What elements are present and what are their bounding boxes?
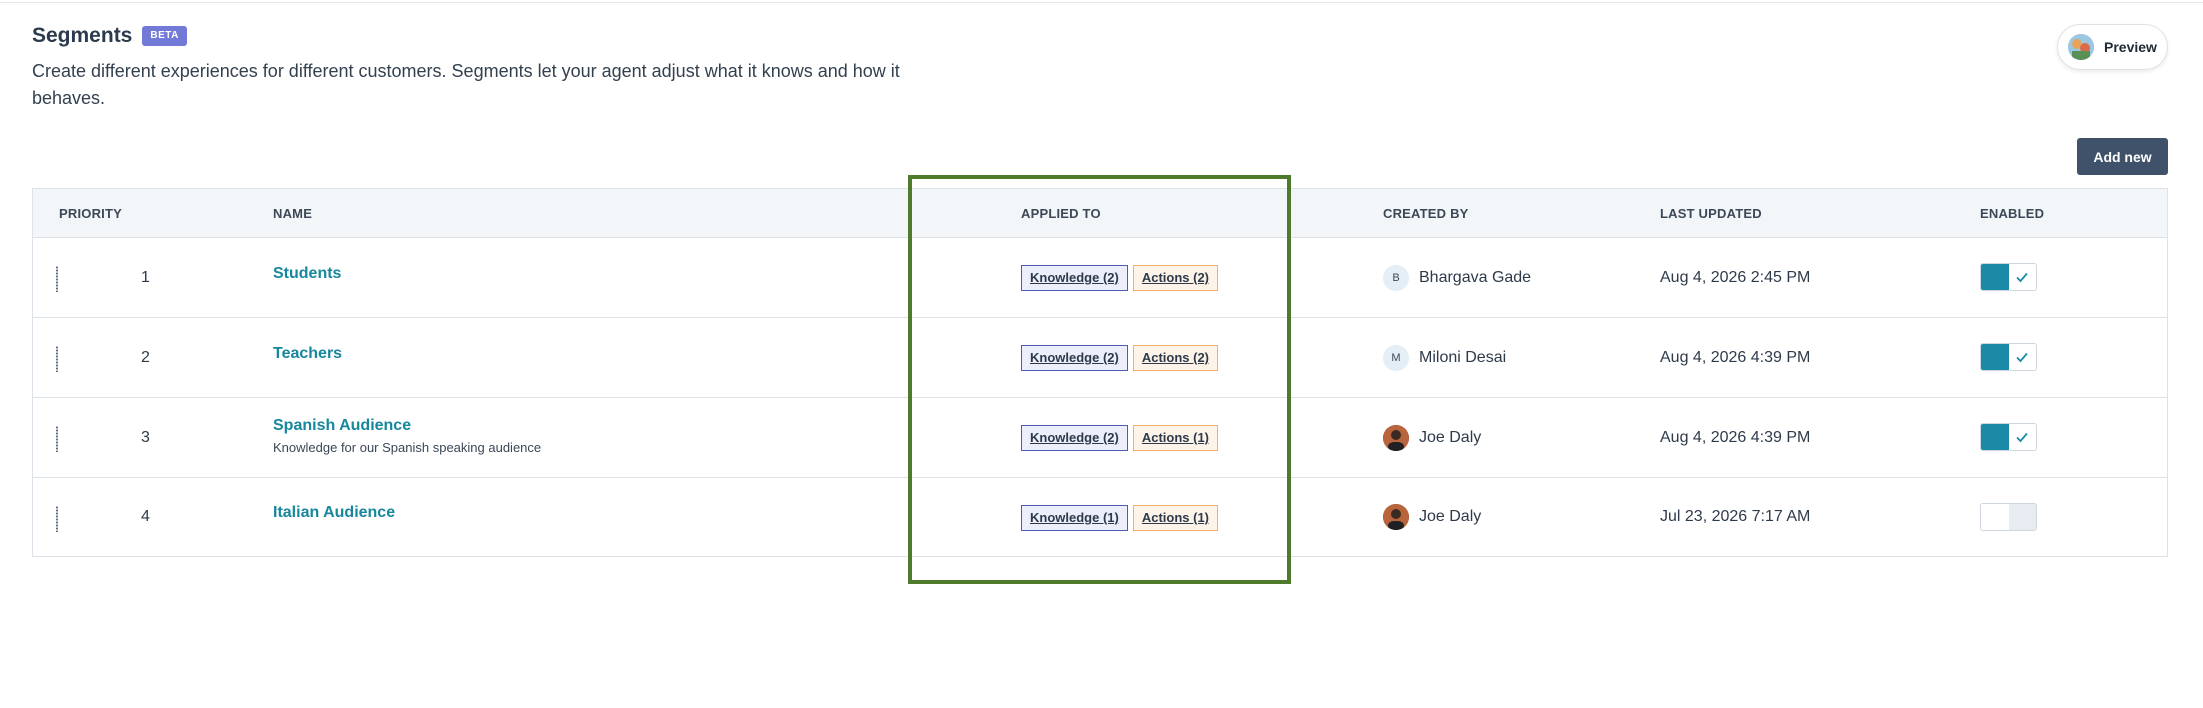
priority-value: 2 bbox=[141, 349, 150, 366]
page-title: Segments bbox=[32, 24, 133, 47]
table-row: 4 Italian Audience Knowledge (1) Actions… bbox=[33, 478, 2167, 556]
title-row: Segments BETA bbox=[32, 24, 912, 48]
priority-value: 3 bbox=[141, 429, 150, 446]
knowledge-tag[interactable]: Knowledge (2) bbox=[1021, 345, 1128, 371]
actions-tag[interactable]: Actions (2) bbox=[1132, 345, 1219, 371]
segment-name-link[interactable]: Italian Audience bbox=[273, 504, 395, 522]
column-header-applied-to[interactable]: APPLIED TO bbox=[1021, 189, 1101, 238]
preview-button[interactable]: Preview bbox=[2057, 24, 2168, 70]
top-divider bbox=[0, 0, 2203, 3]
toggle-track bbox=[1981, 424, 2009, 450]
applied-to-cell: Knowledge (1) Actions (1) bbox=[1021, 505, 1219, 531]
creator-name: Bhargava Gade bbox=[1419, 269, 1532, 286]
applied-to-cell: Knowledge (2) Actions (1) bbox=[1021, 425, 1219, 451]
last-updated-value: Jul 23, 2026 7:17 AM bbox=[1660, 508, 1811, 525]
add-new-button[interactable]: Add new bbox=[2077, 138, 2168, 175]
segment-name-link[interactable]: Spanish Audience bbox=[273, 417, 541, 435]
last-updated-value: Aug 4, 2026 4:39 PM bbox=[1660, 429, 1811, 446]
toggle-track bbox=[1981, 344, 2009, 370]
column-header-last-updated[interactable]: LAST UPDATED bbox=[1660, 189, 1762, 238]
creator-name: Joe Daly bbox=[1419, 508, 1482, 525]
column-header-enabled[interactable]: ENABLED bbox=[1980, 189, 2044, 238]
table-header: PRIORITY NAME APPLIED TO CREATED BY LAST… bbox=[33, 189, 2167, 238]
table-row: 1 Students Knowledge (2) Actions (2) B B… bbox=[33, 238, 2167, 318]
enabled-toggle[interactable] bbox=[1980, 263, 2037, 291]
enabled-toggle[interactable] bbox=[1980, 343, 2037, 371]
creator-name: Joe Daly bbox=[1419, 429, 1482, 446]
segment-name-link[interactable]: Students bbox=[273, 265, 341, 283]
enabled-toggle[interactable] bbox=[1980, 423, 2037, 451]
created-by-cell: Joe Daly bbox=[1383, 398, 1481, 478]
priority-value: 4 bbox=[141, 508, 150, 525]
check-icon bbox=[2008, 264, 2036, 290]
segment-name-link[interactable]: Teachers bbox=[273, 345, 342, 363]
last-updated-value: Aug 4, 2026 4:39 PM bbox=[1660, 349, 1811, 366]
applied-to-cell: Knowledge (2) Actions (2) bbox=[1021, 265, 1219, 291]
actions-tag[interactable]: Actions (1) bbox=[1132, 425, 1219, 451]
avatar: M bbox=[1383, 345, 1409, 371]
applied-to-cell: Knowledge (2) Actions (2) bbox=[1021, 345, 1219, 371]
name-cell: Spanish Audience Knowledge for our Spani… bbox=[273, 417, 541, 455]
column-header-priority[interactable]: PRIORITY bbox=[59, 189, 122, 238]
preview-label: Preview bbox=[2104, 39, 2157, 55]
avatar: B bbox=[1383, 265, 1409, 291]
last-updated-value: Aug 4, 2026 2:45 PM bbox=[1660, 269, 1811, 286]
check-icon bbox=[2008, 344, 2036, 370]
drag-handle-icon[interactable] bbox=[55, 346, 59, 372]
check-icon bbox=[2008, 424, 2036, 450]
created-by-cell: Joe Daly bbox=[1383, 478, 1481, 556]
creator-name: Miloni Desai bbox=[1419, 349, 1507, 366]
priority-value: 1 bbox=[141, 269, 150, 286]
created-by-cell: B Bhargava Gade bbox=[1383, 238, 1531, 318]
name-cell: Italian Audience bbox=[273, 504, 395, 522]
toggle-knob bbox=[2008, 504, 2036, 530]
drag-handle-icon[interactable] bbox=[55, 266, 59, 292]
name-cell: Teachers bbox=[273, 345, 342, 363]
preview-avatar-icon bbox=[2068, 34, 2094, 60]
created-by-cell: M Miloni Desai bbox=[1383, 318, 1506, 398]
toggle-track bbox=[1981, 504, 2009, 530]
page-header: Segments BETA Create different experienc… bbox=[32, 24, 912, 112]
actions-tag[interactable]: Actions (1) bbox=[1132, 505, 1219, 531]
avatar bbox=[1383, 504, 1409, 530]
knowledge-tag[interactable]: Knowledge (1) bbox=[1021, 505, 1128, 531]
enabled-toggle[interactable] bbox=[1980, 503, 2037, 531]
segments-table: PRIORITY NAME APPLIED TO CREATED BY LAST… bbox=[32, 188, 2168, 557]
name-cell: Students bbox=[273, 265, 341, 283]
actions-tag[interactable]: Actions (2) bbox=[1132, 265, 1219, 291]
column-header-created-by[interactable]: CREATED BY bbox=[1383, 189, 1469, 238]
avatar bbox=[1383, 425, 1409, 451]
column-header-name[interactable]: NAME bbox=[273, 189, 312, 238]
knowledge-tag[interactable]: Knowledge (2) bbox=[1021, 425, 1128, 451]
segment-description: Knowledge for our Spanish speaking audie… bbox=[273, 440, 542, 455]
table-row: 3 Spanish Audience Knowledge for our Spa… bbox=[33, 398, 2167, 478]
page-description: Create different experiences for differe… bbox=[32, 61, 900, 108]
drag-handle-icon[interactable] bbox=[55, 426, 59, 452]
knowledge-tag[interactable]: Knowledge (2) bbox=[1021, 265, 1128, 291]
beta-badge: BETA bbox=[142, 26, 187, 46]
drag-handle-icon[interactable] bbox=[55, 506, 59, 532]
table-row: 2 Teachers Knowledge (2) Actions (2) M M… bbox=[33, 318, 2167, 398]
toggle-track bbox=[1981, 264, 2009, 290]
